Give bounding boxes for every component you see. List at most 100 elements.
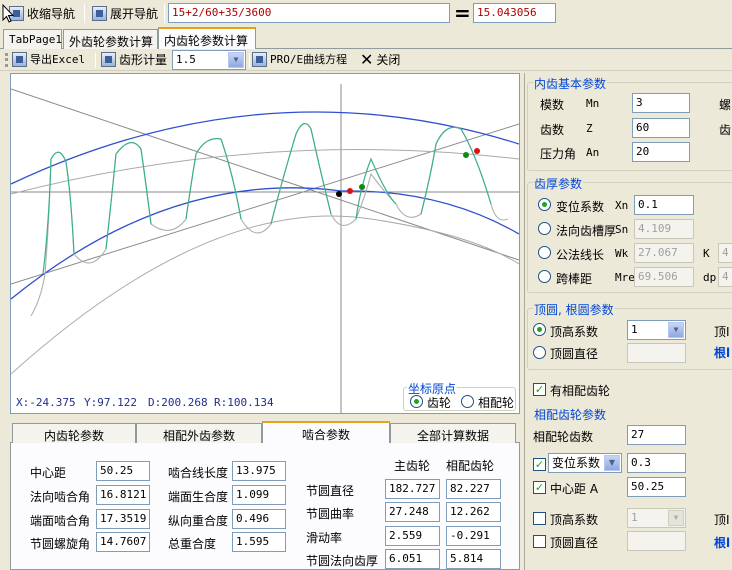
tip-opt-coef-radio[interactable] [533,323,546,336]
mesh-value-total-ratio[interactable]: 1.595 [232,532,286,552]
mesh-main-tooth-thick[interactable]: 6.051 [385,549,440,569]
tip-opt-dia-radio[interactable] [533,346,546,359]
mate-cut1: 顶I [714,513,730,527]
readout-y: Y:97.122 [84,396,137,409]
mesh-value-normal-angle[interactable]: 16.8121 [96,485,150,505]
mate-teeth-label: 相配轮齿数 [533,430,594,444]
mate-teeth-value[interactable]: 27 [627,425,686,445]
mate-cut2-link[interactable]: 根l [714,534,730,551]
expand-icon [92,6,107,21]
mesh-label-helix: 节圆螺旋角 [30,537,91,551]
basic-value-module[interactable]: 3 [632,93,690,113]
mate-dia-checkbox[interactable] [533,535,546,548]
mesh-value-axial-ratio[interactable]: 0.496 [232,509,286,529]
tab-external-gear[interactable]: 外齿轮参数计算 [63,29,158,49]
origin-gear-radio[interactable] [410,395,423,408]
mesh-label-face-angle: 端面啮合角 [30,514,91,528]
tip-cut2-link[interactable]: 根l [714,344,730,361]
mate-tip-checkbox[interactable] [533,512,546,525]
thick-opt-shift-value[interactable]: 0.1 [634,195,694,215]
chevron-down-icon[interactable]: ▼ [668,510,684,526]
close-button[interactable]: ✕ 关闭 [360,51,400,68]
export-excel-button[interactable]: 导出Excel [12,51,85,67]
tab-internal-params[interactable]: 内齿轮参数 [12,423,136,443]
thick-opt-shift-label: 变位系数 [556,200,605,214]
thick-opt-mre-sym: Mre [615,271,635,284]
tab-all-data[interactable]: 全部计算数据 [390,423,516,443]
mesh-value-face-ratio[interactable]: 1.099 [232,485,286,505]
gear-plot[interactable] [10,73,520,414]
chevron-down-icon[interactable]: ▼ [668,322,684,338]
tooth-measure-button[interactable]: 齿形计量 [101,51,167,68]
mesh-value-center[interactable]: 50.25 [96,461,150,481]
thick-opt-wk-value[interactable]: 27.067 [634,243,694,263]
proe-curve-button[interactable]: PRO/E曲线方程 [252,51,347,67]
mate-shift-checkbox[interactable]: ✓ [533,458,546,471]
thick-dp-value[interactable]: 4 [718,267,732,287]
result-output[interactable]: 15.043056 [473,3,556,23]
has-mate-checkbox[interactable]: ✓ [533,383,546,396]
mesh-mate-pitch-dia[interactable]: 82.227 [446,479,501,499]
mate-shift-value[interactable]: 0.3 [627,453,686,473]
mate-dia-value[interactable] [627,531,686,551]
expand-nav-button[interactable]: 展开导航 [92,5,158,22]
tip-cut1: 顶I [714,325,730,339]
mesh-mate-tooth-thick[interactable]: 5.814 [446,549,501,569]
tip-coef-combo[interactable]: 1 ▼ [627,320,686,340]
thick-opt-slot-value[interactable]: 4.109 [634,219,694,239]
origin-mate-label: 相配轮 [478,396,515,410]
tip-group-title: 顶圆, 根圆参数 [533,301,615,318]
grip-icon [5,53,8,67]
mate-center-checkbox[interactable]: ✓ [533,481,546,494]
mesh-value-face-angle[interactable]: 17.3519 [96,509,150,529]
thick-opt-slot-radio[interactable] [538,222,551,235]
mate-center-value[interactable]: 50.25 [627,477,686,497]
right-panel-divider [524,73,525,570]
thick-opt-mre-label: 跨棒距 [556,272,593,286]
mesh-label-pitch-dia: 节圆直径 [306,484,355,498]
mesh-main-slide[interactable]: 2.559 [385,526,440,546]
tab-mate-external[interactable]: 相配外齿参数 [136,423,262,443]
collapse-nav-button[interactable]: 收缩导航 [9,5,75,22]
thick-dp-label: dp [703,271,717,284]
thick-opt-mre-radio[interactable] [538,270,551,283]
thick-opt-wk-label: 公法线长 [556,248,605,262]
basic-value-pressure[interactable]: 20 [632,142,690,162]
expression-input[interactable]: 15+2/60+35/3600 [168,3,450,23]
mesh-mate-pitch-curv[interactable]: 12.262 [446,502,501,522]
readout-x: X:-24.375 [16,396,76,409]
thick-opt-mre-value[interactable]: 69.506 [634,267,694,287]
tab-internal-gear[interactable]: 内齿轮参数计算 [158,27,256,49]
mesh-label-total-ratio: 总重合度 [168,537,217,551]
mesh-label-tooth-thick: 节圆法向齿厚 [306,554,379,568]
mesh-main-pitch-dia[interactable]: 182.727 [385,479,440,499]
tab-tabpage1[interactable]: TabPage1 [3,29,62,49]
mesh-value-helix[interactable]: 14.7607 [96,532,150,552]
basic-cut-tooth: 齿 [719,123,732,137]
thick-opt-shift-radio[interactable] [538,198,551,211]
mesh-main-pitch-curv[interactable]: 27.248 [385,502,440,522]
origin-mate-radio[interactable] [461,395,474,408]
thick-k-value[interactable]: 4 [718,243,732,263]
chevron-down-icon[interactable]: ▼ [228,52,244,68]
mate-shift-combo[interactable]: 变位系数 ▼ [548,453,622,473]
mesh-mate-slide[interactable]: -0.291 [446,526,501,546]
mesh-label-normal-angle: 法向啮合角 [30,490,91,504]
mate-group-title: 相配齿轮参数 [533,406,608,423]
chevron-down-icon[interactable]: ▼ [604,455,620,471]
basic-group-title: 内齿基本参数 [533,75,608,92]
thick-group-title: 齿厚参数 [533,175,584,192]
tip-opt-coef-label: 顶高系数 [550,325,599,339]
basic-label-module: 模数 [540,98,565,112]
basic-value-teeth[interactable]: 60 [632,118,690,138]
tab-mesh-params[interactable]: 啮合参数 [262,421,390,443]
tip-dia-value[interactable] [627,343,686,363]
basic-sym-pressure: An [586,146,600,159]
mesh-value-line-length[interactable]: 13.975 [232,461,286,481]
thick-opt-shift-sym: Xn [615,199,629,212]
mate-tip-combo[interactable]: 1 ▼ [627,508,686,528]
thick-k-label: K [703,247,710,260]
thick-opt-wk-radio[interactable] [538,246,551,259]
measure-combo[interactable]: 1.5 ▼ [172,50,246,70]
cursor-icon [2,4,14,23]
